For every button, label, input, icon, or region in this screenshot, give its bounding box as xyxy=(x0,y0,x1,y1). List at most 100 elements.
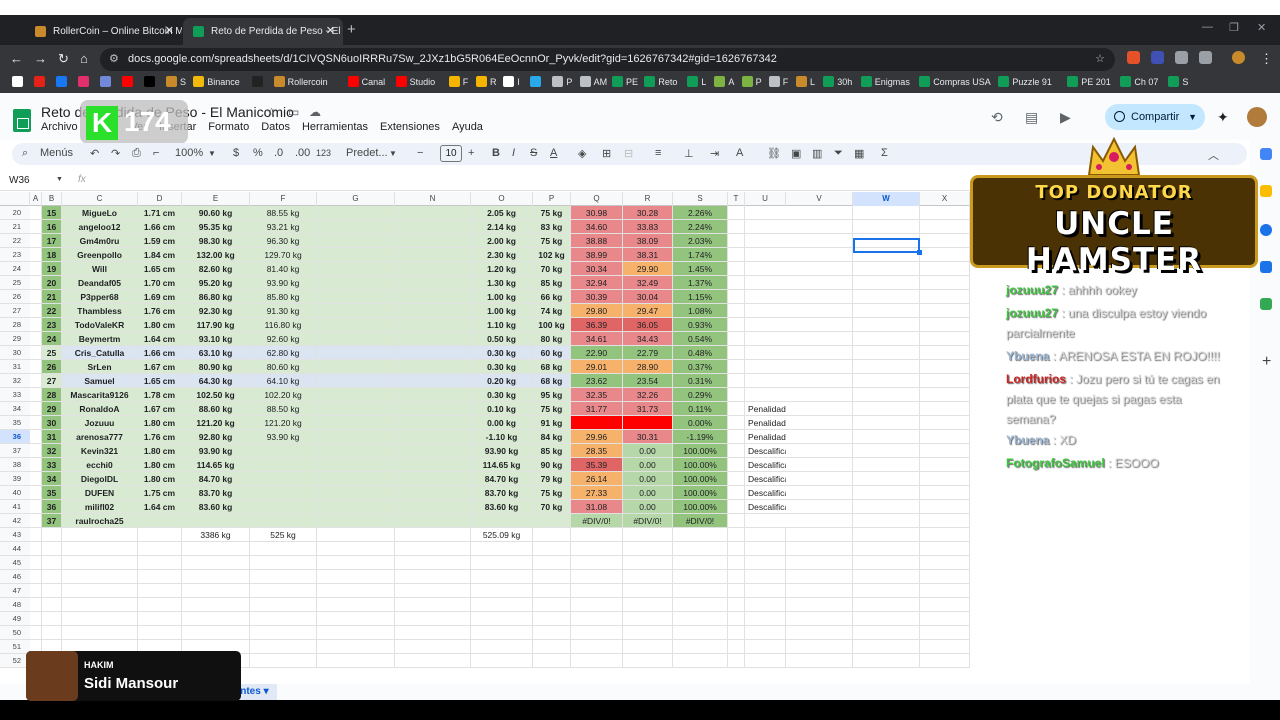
cell-u[interactable]: Penalidad 2$ xyxy=(745,402,798,416)
cell-v[interactable] xyxy=(786,402,853,416)
cell-t[interactable] xyxy=(728,360,745,374)
row-header[interactable]: 43 xyxy=(0,528,30,542)
row-header[interactable]: 46 xyxy=(0,570,30,584)
cell-f[interactable] xyxy=(250,626,317,640)
row-header[interactable]: 51 xyxy=(0,640,30,654)
cell-t[interactable] xyxy=(728,612,745,626)
cell-c[interactable]: Mascarita9126 xyxy=(62,388,138,402)
cell-f[interactable]: 92.60 kg xyxy=(250,332,317,346)
cell-c[interactable]: RonaldoA xyxy=(62,402,138,416)
cell-a[interactable] xyxy=(30,402,42,416)
cell-n[interactable] xyxy=(395,500,471,514)
close-tab-icon[interactable]: ✕ xyxy=(165,24,174,37)
cell-u[interactable]: Descalificado xyxy=(745,472,799,486)
cell-s[interactable]: 2.24% xyxy=(673,220,728,234)
cell-a[interactable] xyxy=(30,220,42,234)
cell-e[interactable] xyxy=(182,626,250,640)
cell-b[interactable] xyxy=(42,598,62,612)
cell-t[interactable] xyxy=(728,276,745,290)
cell-b[interactable]: 26 xyxy=(42,360,62,374)
name-box[interactable]: W36 xyxy=(9,175,30,186)
row-header[interactable]: 37 xyxy=(0,444,30,458)
cell-n[interactable] xyxy=(395,304,471,318)
row-header[interactable]: 31 xyxy=(0,360,30,374)
cell-b[interactable]: 18 xyxy=(42,248,62,262)
cell-t[interactable] xyxy=(728,528,745,542)
cell-q[interactable]: 22.90 xyxy=(571,346,623,360)
cell-x[interactable] xyxy=(920,304,970,318)
cell-q[interactable]: 38.99 xyxy=(571,248,623,262)
cell-r[interactable] xyxy=(623,654,673,668)
cell-n[interactable] xyxy=(395,290,471,304)
row-header[interactable]: 49 xyxy=(0,612,30,626)
cell-f[interactable]: 116.80 kg xyxy=(250,318,317,332)
column-header-a[interactable]: A xyxy=(30,192,42,206)
cell-w[interactable] xyxy=(853,584,920,598)
cell-b[interactable]: 28 xyxy=(42,388,62,402)
cell-o[interactable]: 525.09 kg xyxy=(471,528,533,542)
cell-n[interactable] xyxy=(395,220,471,234)
comments-icon[interactable]: ▤ xyxy=(1025,109,1038,126)
cell-s[interactable] xyxy=(673,598,728,612)
cell-s[interactable] xyxy=(673,556,728,570)
cell-q[interactable]: 34.61 xyxy=(571,332,623,346)
cell-a[interactable] xyxy=(30,444,42,458)
cell-f[interactable] xyxy=(250,640,317,654)
chevron-down-icon[interactable]: ▼ xyxy=(1188,104,1197,130)
cell-e[interactable]: 82.60 kg xyxy=(182,262,250,276)
cell-e[interactable] xyxy=(182,514,250,528)
column-header-v[interactable]: V xyxy=(786,192,853,206)
bookmark-item[interactable]: AM xyxy=(579,76,607,87)
column-header-d[interactable]: D xyxy=(138,192,182,206)
cell-x[interactable] xyxy=(920,276,970,290)
cell-a[interactable] xyxy=(30,584,42,598)
cell-x[interactable] xyxy=(920,542,970,556)
cell-d[interactable]: 1.66 cm xyxy=(138,220,182,234)
cell-r[interactable]: 0.00 xyxy=(623,458,673,472)
cell-u[interactable]: Descalificado xyxy=(745,500,799,514)
cell-x[interactable] xyxy=(920,290,970,304)
cell-p[interactable]: 75 kg xyxy=(533,402,571,416)
bookmark-item[interactable]: Compras USA xyxy=(919,76,991,87)
cell-f[interactable] xyxy=(250,458,317,472)
cell-b[interactable]: 36 xyxy=(42,500,62,514)
cell-d[interactable]: 1.70 cm xyxy=(138,276,182,290)
cell-w[interactable] xyxy=(853,570,920,584)
cell-a[interactable] xyxy=(30,514,42,528)
calendar-icon[interactable] xyxy=(1260,148,1272,160)
cell-x[interactable] xyxy=(920,248,970,262)
cell-e[interactable]: 83.70 kg xyxy=(182,486,250,500)
cell-w[interactable] xyxy=(853,318,920,332)
cell-e[interactable]: 92.80 kg xyxy=(182,430,250,444)
cell-o[interactable] xyxy=(471,640,533,654)
cell-x[interactable] xyxy=(920,598,970,612)
comment-icon[interactable]: ▣ xyxy=(791,147,801,160)
fill-color-icon[interactable]: ◈ xyxy=(578,147,586,160)
cell-u[interactable] xyxy=(745,262,786,276)
maximize-icon[interactable]: ❐ xyxy=(1229,21,1239,34)
cell-w[interactable] xyxy=(853,262,920,276)
cell-g[interactable] xyxy=(317,654,395,668)
cell-w[interactable] xyxy=(853,206,920,220)
cell-c[interactable]: arenosa777 xyxy=(62,430,138,444)
cell-r[interactable]: 34.43 xyxy=(623,332,673,346)
bookmark-item[interactable]: S xyxy=(166,76,186,87)
cell-n[interactable] xyxy=(395,514,471,528)
cell-p[interactable] xyxy=(533,640,571,654)
cell-b[interactable]: 24 xyxy=(42,332,62,346)
cell-b[interactable]: 30 xyxy=(42,416,62,430)
cell-p[interactable] xyxy=(533,598,571,612)
cell-x[interactable] xyxy=(920,416,970,430)
bookmark-item[interactable]: Ch 07 xyxy=(1120,76,1158,87)
move-folder-icon[interactable]: ▭ xyxy=(288,105,307,119)
cell-d[interactable]: 1.64 cm xyxy=(138,500,182,514)
cell-t[interactable] xyxy=(728,570,745,584)
cell-v[interactable] xyxy=(786,262,853,276)
cell-r[interactable]: 32.26 xyxy=(623,388,673,402)
cell-r[interactable] xyxy=(623,556,673,570)
cell-x[interactable] xyxy=(920,654,970,668)
cell-q[interactable] xyxy=(571,556,623,570)
cell-q[interactable]: 29.96 xyxy=(571,430,623,444)
cell-a[interactable] xyxy=(30,486,42,500)
cell-s[interactable]: -1.19% xyxy=(673,430,728,444)
